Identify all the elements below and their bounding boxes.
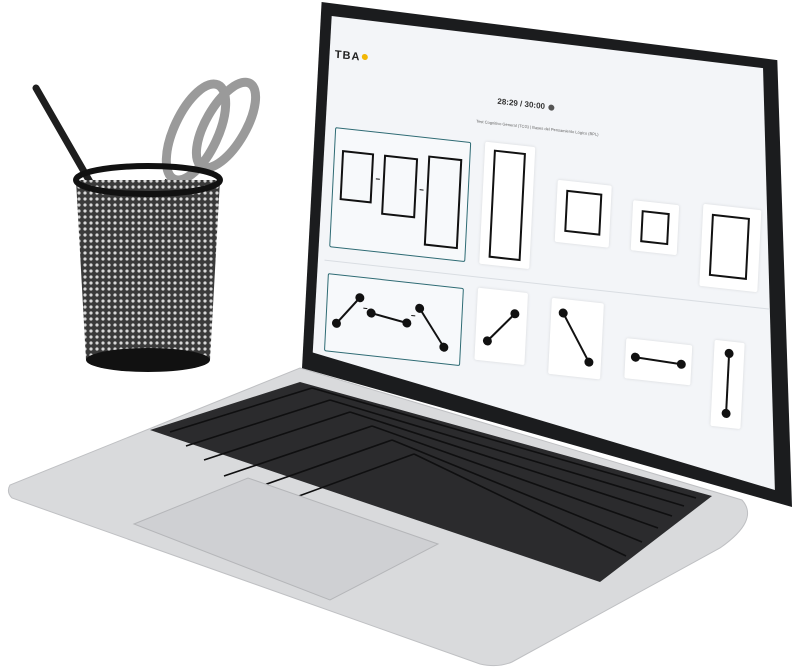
mesh-cup xyxy=(73,163,223,372)
app-logo[interactable]: TBA xyxy=(335,49,368,65)
logo-text: TBA xyxy=(334,48,361,64)
timer-icon xyxy=(547,104,555,111)
answer-option-2[interactable] xyxy=(554,179,612,248)
answer-option-4[interactable] xyxy=(699,203,762,293)
timer: 28:29 / 30:00 xyxy=(497,96,555,112)
answer-option-4[interactable] xyxy=(710,339,745,430)
rectangle-sequence xyxy=(339,149,463,250)
question-stem xyxy=(329,127,472,263)
answer-option-1[interactable] xyxy=(474,287,528,366)
logo-dot-icon xyxy=(361,53,368,61)
dumbbell-sequence xyxy=(331,293,449,352)
answer-option-2[interactable] xyxy=(548,297,604,380)
answer-option-3[interactable] xyxy=(624,338,693,386)
pencil-cup-illustration xyxy=(32,77,261,372)
timer-text: 28:29 / 30:00 xyxy=(497,96,546,111)
test-subtitle: Test Cognitivo General (TCG) | Bases del… xyxy=(476,118,599,137)
question-stem xyxy=(324,273,464,367)
answer-option-1[interactable] xyxy=(479,141,536,270)
answer-option-3[interactable] xyxy=(630,200,680,256)
